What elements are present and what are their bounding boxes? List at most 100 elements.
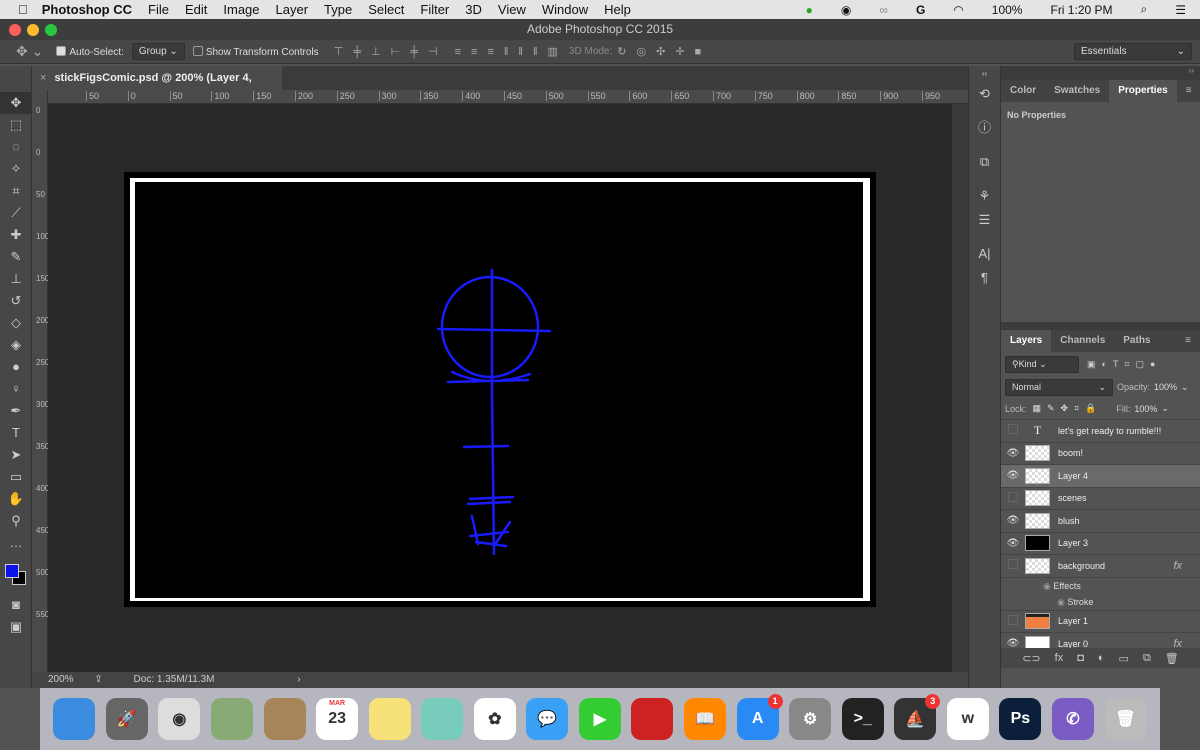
- close-window-button[interactable]: [9, 24, 21, 36]
- layer-row[interactable]: Tlet's get ready to rumble!!!: [1001, 420, 1200, 443]
- apple-icon[interactable]: : [18, 2, 28, 17]
- brush-preset-icon[interactable]: ⚘: [969, 184, 1000, 208]
- foreground-color-swatch[interactable]: [5, 564, 19, 578]
- vertical-scrollbar[interactable]: [952, 104, 968, 672]
- panel-menu-icon[interactable]: ≡: [1177, 80, 1200, 102]
- crop-tool-icon[interactable]: ⌗: [0, 180, 32, 202]
- status-icon[interactable]: ●: [806, 3, 813, 17]
- visibility-toggle[interactable]: [1001, 424, 1025, 437]
- export-icon[interactable]: ⇪: [94, 674, 102, 685]
- opacity-field[interactable]: 100%: [1154, 382, 1177, 392]
- path-selection-tool-icon[interactable]: ➤: [0, 444, 32, 466]
- dock-facetime-icon[interactable]: ▶: [578, 698, 621, 740]
- visibility-toggle[interactable]: [1001, 491, 1025, 505]
- tab-swatches[interactable]: Swatches: [1045, 80, 1109, 102]
- move-tool-preset-icon[interactable]: ✥ ⌄: [16, 43, 43, 60]
- layer-style-icon[interactable]: fx: [1055, 652, 1064, 664]
- tab-properties[interactable]: Properties: [1109, 80, 1177, 102]
- menu-layer[interactable]: Layer: [276, 2, 309, 17]
- dock-photos-icon[interactable]: ✿: [473, 698, 516, 740]
- type-tool-icon[interactable]: T: [0, 422, 32, 444]
- new-group-icon[interactable]: ▭: [1119, 652, 1129, 665]
- dock-maps-icon[interactable]: [421, 698, 464, 740]
- layer-effects-icon[interactable]: fx: [1173, 638, 1182, 648]
- expand-panels-icon[interactable]: ››: [1001, 66, 1200, 80]
- menu-file[interactable]: File: [148, 2, 169, 17]
- new-layer-icon[interactable]: ⧉: [1143, 652, 1151, 665]
- layer-filter-dropdown[interactable]: ⚲Kind ⌄: [1005, 355, 1079, 373]
- tab-layers[interactable]: Layers: [1001, 330, 1052, 352]
- auto-select-dropdown[interactable]: Group ⌄: [131, 43, 185, 60]
- layer-row[interactable]: 👁 Layer 0 fx: [1001, 633, 1200, 648]
- menu-edit[interactable]: Edit: [185, 2, 207, 17]
- visibility-toggle[interactable]: [1001, 614, 1025, 628]
- lasso-tool-icon[interactable]: ◌: [0, 136, 32, 158]
- minimize-window-button[interactable]: [27, 24, 39, 36]
- zoom-level[interactable]: 200%: [48, 674, 74, 685]
- status-menu-arrow[interactable]: ›: [297, 674, 300, 685]
- panel-menu-icon[interactable]: ≡: [1176, 330, 1200, 352]
- workspace-dropdown[interactable]: Essentials ⌄: [1074, 43, 1192, 60]
- layer-effects-icon[interactable]: fx: [1173, 560, 1182, 572]
- align-icons[interactable]: ⊤ ╪ ⊥ ⊢ ╪ ⊣ ≡ ≡ ≡ ‖ ‖ ‖ ▥: [329, 45, 563, 58]
- marquee-tool-icon[interactable]: ⬚: [0, 114, 32, 136]
- layer-row[interactable]: 👁 Layer 4: [1001, 465, 1200, 488]
- zoom-window-button[interactable]: [45, 24, 57, 36]
- dock-trash-icon[interactable]: 🗑: [1104, 698, 1147, 740]
- character-panel-icon[interactable]: A|: [969, 242, 1000, 266]
- dock-finder-icon[interactable]: [53, 698, 96, 740]
- screen-mode-icon[interactable]: ▣: [0, 616, 32, 638]
- stamp-tool-icon[interactable]: ⊥: [0, 268, 32, 290]
- menu-select[interactable]: Select: [368, 2, 404, 17]
- eyedropper-tool-icon[interactable]: ⟋: [0, 202, 32, 224]
- dock-preview-icon[interactable]: [210, 698, 253, 740]
- menu-filter[interactable]: Filter: [420, 2, 449, 17]
- link-layers-icon[interactable]: ⊂⊃: [1022, 652, 1040, 665]
- document-tab[interactable]: ×stickFigsComic.psd @ 200% (Layer 4, RGB…: [32, 66, 282, 108]
- info-panel-icon[interactable]: ⓘ: [969, 116, 1000, 140]
- dock-viber-icon[interactable]: ✆: [1051, 698, 1094, 740]
- effects-row[interactable]: ◉ Effects: [1001, 578, 1200, 594]
- dock-chrome-icon[interactable]: ◉: [158, 698, 201, 740]
- paragraph-panel-icon[interactable]: ¶: [969, 266, 1000, 290]
- fill-field[interactable]: 100%: [1134, 404, 1157, 414]
- dock-launchpad-icon[interactable]: 🚀: [105, 698, 148, 740]
- battery-percent[interactable]: 100%: [992, 3, 1023, 17]
- eye-icon[interactable]: 👁: [1001, 638, 1025, 648]
- menu-window[interactable]: Window: [542, 2, 588, 17]
- spotlight-icon[interactable]: ⌕: [1141, 2, 1148, 17]
- dock-photo-booth-icon[interactable]: [631, 698, 674, 740]
- dock-photoshop-icon[interactable]: Ps: [999, 698, 1042, 740]
- document-canvas[interactable]: [48, 104, 952, 672]
- visibility-toggle[interactable]: [1001, 559, 1025, 572]
- collapse-icon[interactable]: ‹‹: [969, 66, 1000, 82]
- wifi-icon[interactable]: ◠: [953, 3, 963, 17]
- dodge-tool-icon[interactable]: ♀: [0, 378, 32, 400]
- dock-contacts-icon[interactable]: [263, 698, 306, 740]
- healing-brush-tool-icon[interactable]: ✚: [0, 224, 32, 246]
- eye-icon[interactable]: 👁: [1001, 448, 1025, 459]
- clone-source-icon[interactable]: ⧉: [969, 150, 1000, 174]
- auto-select-checkbox[interactable]: Auto-Select:: [56, 45, 124, 58]
- tab-channels[interactable]: Channels: [1051, 330, 1114, 352]
- magic-wand-tool-icon[interactable]: ✧: [0, 158, 32, 180]
- adjustment-layer-icon[interactable]: ◐: [1098, 652, 1105, 664]
- dock-ibooks-icon[interactable]: 📖: [684, 698, 727, 740]
- quick-mask-icon[interactable]: ◙: [0, 594, 32, 616]
- menu-help[interactable]: Help: [604, 2, 631, 17]
- notification-center-icon[interactable]: ☰: [1175, 3, 1186, 17]
- layer-row[interactable]: scenes: [1001, 488, 1200, 510]
- move-tool-icon[interactable]: ✥: [0, 92, 32, 114]
- pen-tool-icon[interactable]: ✒: [0, 400, 32, 422]
- tab-paths[interactable]: Paths: [1114, 330, 1159, 352]
- zoom-tool-icon[interactable]: ⚲: [0, 510, 32, 532]
- blur-tool-icon[interactable]: ●: [0, 356, 32, 378]
- lock-icons[interactable]: ▦✎✥⌗🔒: [1033, 403, 1103, 414]
- menu-view[interactable]: View: [498, 2, 526, 17]
- history-brush-tool-icon[interactable]: ↺: [0, 290, 32, 312]
- paint-bucket-tool-icon[interactable]: ◈: [0, 334, 32, 356]
- menu-type[interactable]: Type: [324, 2, 352, 17]
- shape-tool-icon[interactable]: ▭: [0, 466, 32, 488]
- creative-cloud-icon[interactable]: ∞: [879, 3, 888, 17]
- history-panel-icon[interactable]: ⟲: [969, 82, 1000, 106]
